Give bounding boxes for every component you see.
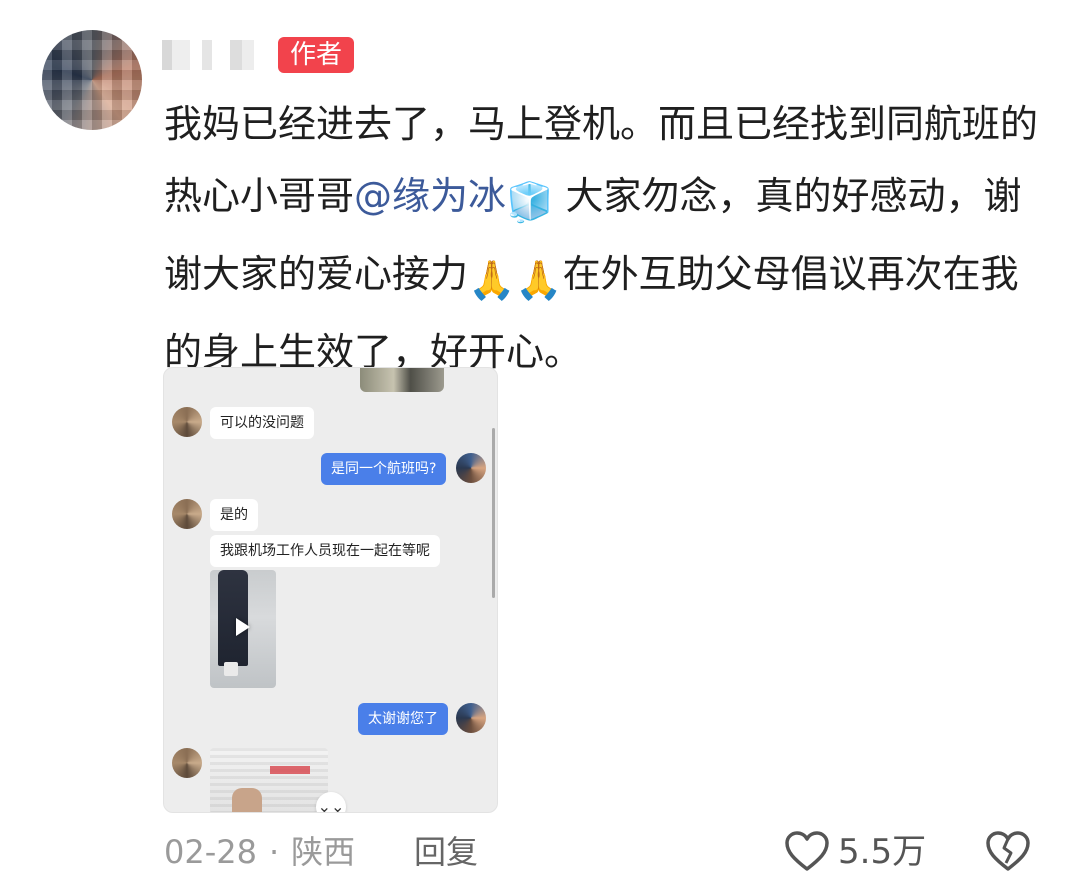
chat-avatar-right	[456, 453, 486, 483]
like-count: 5.5万	[838, 832, 927, 872]
video-thumbnail	[210, 570, 276, 688]
chat-bubble-right: 是同一个航班吗?	[321, 453, 447, 485]
author-badge: 作者	[278, 37, 355, 73]
meta-separator: ·	[268, 833, 280, 871]
comment-location: 陕西	[291, 833, 356, 871]
expand-chevron-icon[interactable]: ⌄⌄	[316, 792, 346, 812]
boarding-pass-photo	[210, 748, 328, 812]
comment-meta: 02-28 · 陕西	[164, 830, 355, 874]
commenter-avatar[interactable]	[42, 30, 142, 130]
reply-button[interactable]: 回复	[414, 830, 478, 874]
chat-bubble-left: 我跟机场工作人员现在一起在等呢	[210, 535, 440, 567]
play-icon	[236, 618, 250, 636]
chat-scrollbar	[492, 428, 495, 598]
chat-avatar-right	[456, 703, 486, 733]
comment-date: 02-28	[164, 833, 257, 871]
ice-cube-emoji: 🧊	[506, 180, 554, 224]
heart-outline-icon[interactable]	[784, 830, 830, 872]
chat-avatar-left	[172, 407, 202, 437]
attached-chat-screenshot[interactable]: 可以的没问题 是同一个航班吗? 是的 我跟机场工作人员现在一起在等呢 太谢谢您了…	[163, 367, 498, 813]
chat-avatar-left	[172, 748, 202, 778]
commenter-username-blurred[interactable]	[162, 40, 267, 70]
chat-avatar-left	[172, 499, 202, 529]
chat-bubble-right: 太谢谢您了	[358, 703, 448, 735]
broken-heart-icon[interactable]	[985, 830, 1031, 872]
pray-emoji: 🙏	[515, 258, 563, 302]
comment-text: 我妈已经进去了，马上登机。而且已经找到同航班的热心小哥哥@缘为冰🧊 大家勿念，真…	[164, 88, 1044, 388]
chat-bubble-left: 是的	[210, 499, 258, 531]
mention-link[interactable]: @缘为冰	[354, 174, 506, 218]
pray-emoji: 🙏	[468, 258, 516, 302]
cropped-photo-top	[360, 368, 444, 392]
chat-bubble-left: 可以的没问题	[210, 407, 314, 439]
